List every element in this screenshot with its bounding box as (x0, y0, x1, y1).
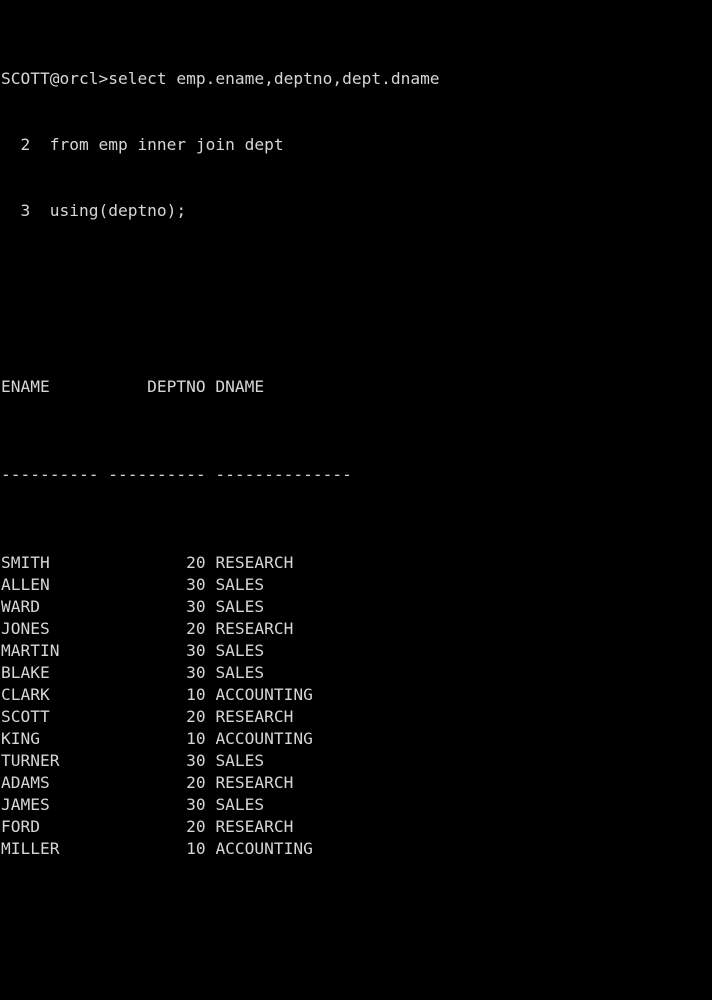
query-line-2-text: 2 from emp inner join dept (1, 135, 284, 154)
cell-ename: ALLEN (1, 575, 99, 594)
blank-line-after-query (1, 288, 712, 310)
cell-dname: RESEARCH (215, 619, 294, 638)
terminal-screen[interactable]: SCOTT@orcl>select emp.ename,deptno,dept.… (0, 0, 712, 858)
cell-ename: ADAMS (1, 773, 99, 792)
cell-deptno: 10 (108, 685, 206, 704)
cell-ename: SMITH (1, 553, 99, 572)
cell-dname: RESEARCH (215, 773, 294, 792)
cell-ename: WARD (1, 597, 99, 616)
cell-deptno: 30 (108, 597, 206, 616)
cell-ename: MARTIN (1, 641, 99, 660)
table-row: JAMES 30 SALES (1, 794, 712, 816)
column-separator-line: ---------- ---------- -------------- (1, 465, 352, 484)
cell-deptno: 30 (108, 795, 206, 814)
table-row: KING 10 ACCOUNTING (1, 728, 712, 750)
query-line-3-text: 3 using(deptno); (1, 201, 187, 220)
result-separator-row: ---------- ---------- -------------- (1, 464, 712, 486)
cell-dname: ACCOUNTING (215, 685, 313, 704)
cell-deptno: 30 (108, 575, 206, 594)
table-row: CLARK 10 ACCOUNTING (1, 684, 712, 706)
cell-deptno: 20 (108, 817, 206, 836)
cell-dname: RESEARCH (215, 553, 294, 572)
cell-deptno: 30 (108, 663, 206, 682)
cell-deptno: 10 (108, 839, 206, 858)
table-row: SCOTT 20 RESEARCH (1, 706, 712, 728)
query-line-1: SCOTT@orcl>select emp.ename,deptno,dept.… (1, 68, 712, 90)
query-line-1-text: SCOTT@orcl>select emp.ename,deptno,dept.… (1, 69, 440, 88)
cell-ename: JAMES (1, 795, 99, 814)
cell-ename: SCOTT (1, 707, 99, 726)
cell-dname: ACCOUNTING (215, 839, 313, 858)
table-row: ADAMS 20 RESEARCH (1, 772, 712, 794)
cell-dname: SALES (215, 575, 265, 594)
cell-ename: KING (1, 729, 99, 748)
result-rows-container: SMITH 20 RESEARCH ALLEN 30 SALES WARD 30 S… (1, 552, 712, 860)
cell-ename: BLAKE (1, 663, 99, 682)
cell-dname: SALES (215, 751, 265, 770)
cell-deptno: 20 (108, 707, 206, 726)
cell-dname: RESEARCH (215, 817, 294, 836)
cell-ename: FORD (1, 817, 99, 836)
table-row: BLAKE 30 SALES (1, 662, 712, 684)
table-row: TURNER 30 SALES (1, 750, 712, 772)
cell-dname: RESEARCH (215, 707, 294, 726)
cell-dname: SALES (215, 663, 265, 682)
table-row: ALLEN 30 SALES (1, 574, 712, 596)
cell-dname: SALES (215, 795, 265, 814)
cell-deptno: 20 (108, 553, 206, 572)
cell-deptno: 10 (108, 729, 206, 748)
cell-ename: MILLER (1, 839, 99, 858)
table-row: WARD 30 SALES (1, 596, 712, 618)
cell-deptno: 20 (108, 619, 206, 638)
cell-dname: ACCOUNTING (215, 729, 313, 748)
query-line-3: 3 using(deptno); (1, 200, 712, 222)
table-row: MILLER 10 ACCOUNTING (1, 838, 712, 860)
table-row: MARTIN 30 SALES (1, 640, 712, 662)
cell-ename: CLARK (1, 685, 99, 704)
cell-ename: TURNER (1, 751, 99, 770)
cell-ename: JONES (1, 619, 99, 638)
table-row: JONES 20 RESEARCH (1, 618, 712, 640)
cell-dname: SALES (215, 641, 265, 660)
table-row: SMITH 20 RESEARCH (1, 552, 712, 574)
table-row: FORD 20 RESEARCH (1, 816, 712, 838)
cell-deptno: 20 (108, 773, 206, 792)
cell-dname: SALES (215, 597, 265, 616)
result-header-row: ENAME DEPTNO DNAME (1, 376, 712, 398)
column-header-line: ENAME DEPTNO DNAME (1, 377, 265, 396)
query-line-2: 2 from emp inner join dept (1, 134, 712, 156)
blank-line-before-footer (1, 926, 712, 948)
cell-deptno: 30 (108, 751, 206, 770)
cell-deptno: 30 (108, 641, 206, 660)
